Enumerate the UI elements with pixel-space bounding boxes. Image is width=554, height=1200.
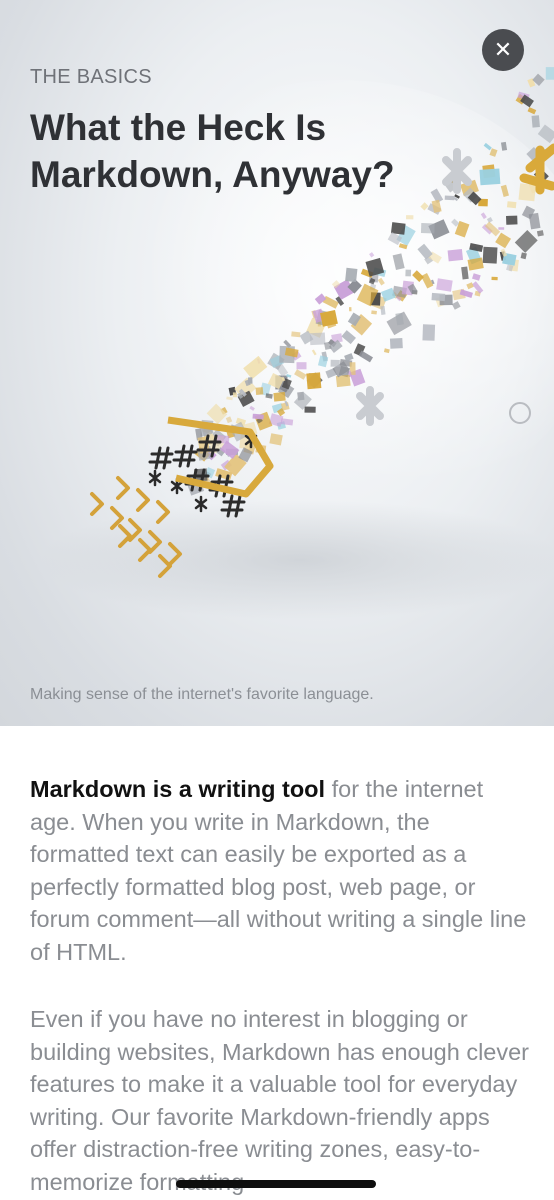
close-icon: ✕ bbox=[493, 37, 513, 62]
article-title: What the Heck Is Markdown, Anyway? bbox=[30, 107, 395, 195]
category-label: THE BASICS bbox=[30, 66, 152, 88]
intro-lead-text: Markdown is a writing tool bbox=[30, 776, 326, 802]
article-body: Markdown is a writing tool for the inter… bbox=[30, 773, 530, 1198]
hero-banner: THE BASICS What the Heck Is Markdown, An… bbox=[0, 0, 554, 726]
paragraph-second: Even if you have no interest in blogging… bbox=[30, 1006, 530, 1195]
intro-body-text: for the internet age. When you write in … bbox=[30, 776, 527, 965]
hero-caption: Making sense of the internet's favorite … bbox=[30, 686, 374, 703]
home-indicator[interactable] bbox=[176, 1180, 376, 1188]
close-button[interactable]: ✕ bbox=[482, 29, 524, 71]
paragraph-intro: Markdown is a writing tool for the inter… bbox=[30, 773, 530, 968]
